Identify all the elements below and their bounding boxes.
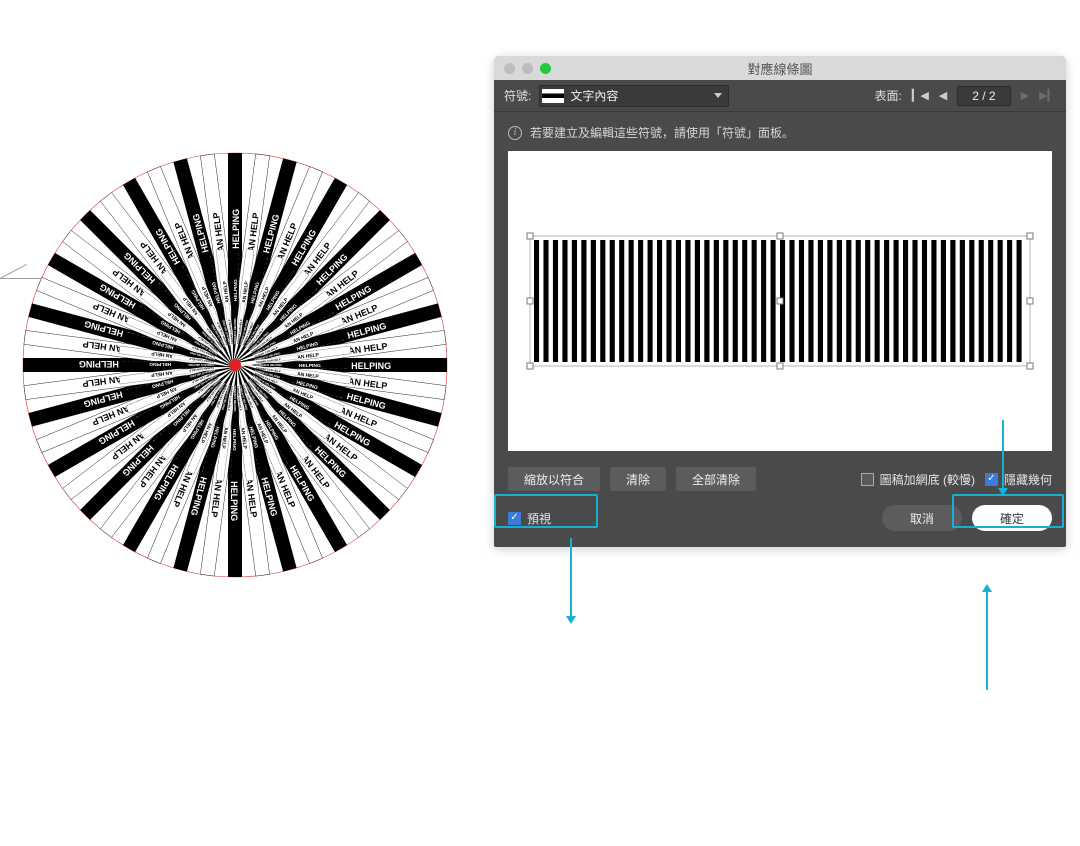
info-row: i 若要建立及編輯這些符號，請使用「符號」面板。 — [494, 112, 1066, 151]
symbol-dropdown-value: 文字內容 — [570, 87, 714, 104]
clear-all-button[interactable]: 全部清除 — [676, 467, 756, 491]
cancel-button[interactable]: 取消 — [882, 505, 962, 531]
hide-geometry-label: 隱藏幾何 — [1004, 471, 1052, 488]
annotation-arrow-icon — [570, 538, 572, 618]
surface-label: 表面: — [875, 87, 902, 104]
dialog-toolbar: 符號: 文字內容 表面: ▎◀ ◀ 2 / 2 ▶ ▶▎ — [494, 80, 1066, 112]
annotation-arrow-icon — [1002, 420, 1004, 490]
window-traffic-lights[interactable] — [494, 63, 551, 74]
pager-page-display[interactable]: 2 / 2 — [957, 86, 1010, 106]
pager-next-icon[interactable]: ▶ — [1021, 89, 1029, 102]
traffic-minimize[interactable] — [522, 63, 533, 74]
ok-button[interactable]: 確定 — [972, 505, 1052, 531]
traffic-zoom[interactable] — [540, 63, 551, 74]
pager-last-icon[interactable]: ▶▎ — [1039, 89, 1056, 102]
canvas-guide-line — [0, 278, 42, 279]
preview-art[interactable] — [520, 226, 1040, 376]
action-button-row: 縮放以符合 清除 全部清除 圖稿加網底 (較慢) 隱藏幾何 — [494, 465, 1066, 501]
map-art-dialog: 對應線條圖 符號: 文字內容 表面: ▎◀ ◀ 2 / 2 ▶ ▶▎ i 若要建… — [494, 56, 1066, 547]
symbol-label: 符號: — [504, 87, 531, 104]
annotation-arrow-icon — [986, 590, 988, 690]
scale-to-fit-button[interactable]: 縮放以符合 — [508, 467, 600, 491]
shade-artwork-checkbox[interactable]: 圖稿加網底 (較慢) — [861, 471, 975, 488]
info-icon: i — [508, 126, 522, 140]
symbol-dropdown[interactable]: 文字內容 — [539, 85, 729, 107]
preview-checkbox[interactable]: 預視 — [508, 510, 551, 527]
clear-button[interactable]: 清除 — [610, 467, 666, 491]
canvas-artwork: TAIWAN IS HELPING TAIWAN CAN HELP — [20, 150, 450, 580]
dialog-footer: 預視 取消 確定 — [494, 501, 1066, 547]
surface-pager: 表面: ▎◀ ◀ 2 / 2 ▶ ▶▎ — [875, 86, 1056, 106]
preview-area — [508, 151, 1052, 451]
shade-artwork-label: 圖稿加網底 (較慢) — [880, 471, 975, 488]
dialog-titlebar[interactable]: 對應線條圖 — [494, 56, 1066, 80]
chevron-down-icon — [714, 93, 722, 98]
dialog-title: 對應線條圖 — [494, 59, 1066, 78]
pager-first-icon[interactable]: ▎◀ — [912, 89, 929, 102]
pager-prev-icon[interactable]: ◀ — [939, 89, 947, 102]
checkbox-box-icon — [861, 473, 874, 486]
traffic-close[interactable] — [504, 63, 515, 74]
checkbox-box-icon — [508, 512, 521, 525]
info-text: 若要建立及編輯這些符號，請使用「符號」面板。 — [530, 124, 794, 141]
symbol-swatch-icon — [542, 89, 564, 103]
preview-label: 預視 — [527, 510, 551, 527]
checkbox-box-icon — [985, 473, 998, 486]
hide-geometry-checkbox[interactable]: 隱藏幾何 — [985, 471, 1052, 488]
